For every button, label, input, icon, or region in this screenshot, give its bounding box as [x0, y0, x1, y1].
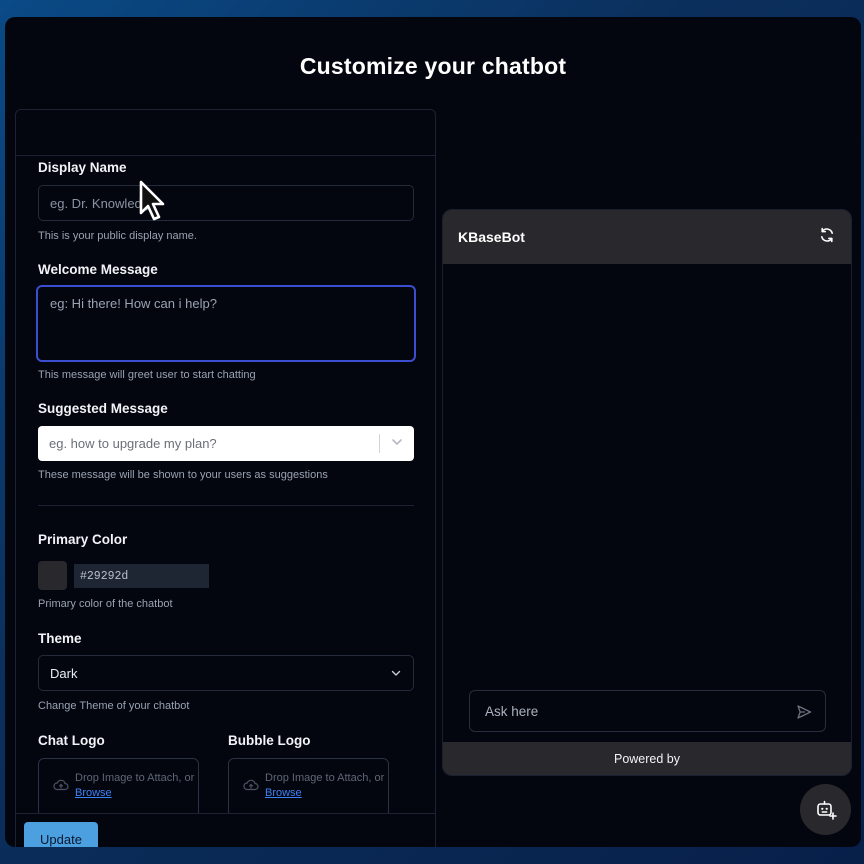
- cloud-upload-icon: [53, 779, 69, 791]
- page-title: Customize your chatbot: [299, 53, 567, 79]
- chat-message-input[interactable]: Ask here: [469, 690, 826, 732]
- section-divider: [38, 505, 414, 506]
- send-icon[interactable]: [796, 704, 812, 720]
- chatbot-preview: KBaseBot Ask here Powered by: [442, 209, 852, 776]
- welcome-message-hint: This message will greet user to start ch…: [38, 369, 256, 381]
- chatbot-name: KBaseBot: [458, 229, 525, 245]
- bubble-logo-drop-label: Drop Image to Attach, or: [265, 772, 385, 784]
- welcome-message-placeholder: eg: Hi there! How can i help?: [50, 296, 217, 311]
- display-name-hint: This is your public display name.: [38, 230, 197, 242]
- welcome-message-label: Welcome Message: [38, 262, 158, 277]
- theme-label: Theme: [38, 631, 82, 646]
- theme-hint: Change Theme of your chatbot: [38, 700, 190, 712]
- suggested-message-hint: These message will be shown to your user…: [38, 469, 328, 481]
- bubble-logo-label: Bubble Logo: [228, 733, 311, 748]
- chevron-down-icon: [391, 670, 401, 676]
- primary-color-label: Primary Color: [38, 532, 128, 547]
- customize-form-panel: Display Name eg. Dr. Knowledge This is y…: [15, 109, 436, 847]
- refresh-icon[interactable]: [818, 226, 836, 244]
- chat-logo-drop-label: Drop Image to Attach, or: [75, 772, 195, 784]
- chat-logo-drop-text: Drop Image to Attach, or Browse: [75, 771, 195, 801]
- powered-by-footer: Powered by: [443, 742, 851, 775]
- cloud-upload-icon: [243, 779, 259, 791]
- suggested-message-label: Suggested Message: [38, 401, 168, 416]
- chat-input-placeholder: Ask here: [485, 703, 539, 719]
- bubble-logo-drop-text: Drop Image to Attach, or Browse: [265, 771, 385, 801]
- chat-logo-browse-link[interactable]: Browse: [75, 787, 112, 799]
- bubble-logo-browse-link[interactable]: Browse: [265, 787, 302, 799]
- primary-color-hex-input[interactable]: #29292d: [74, 564, 209, 588]
- display-name-label: Display Name: [38, 160, 127, 175]
- theme-value: Dark: [50, 665, 78, 681]
- select-separator: [379, 434, 380, 453]
- welcome-message-textarea[interactable]: eg: Hi there! How can i help?: [36, 285, 416, 362]
- suggested-message-select[interactable]: eg. how to upgrade my plan?: [38, 426, 414, 461]
- app-window: Customize your chatbot Display Name eg. …: [5, 17, 861, 847]
- theme-select[interactable]: Dark: [38, 655, 414, 691]
- chat-logo-dropzone[interactable]: Drop Image to Attach, or Browse: [38, 758, 199, 818]
- chatbot-bubble-launcher[interactable]: [800, 784, 851, 835]
- bubble-logo-dropzone[interactable]: Drop Image to Attach, or Browse: [228, 758, 389, 818]
- update-button[interactable]: Update: [24, 822, 98, 847]
- primary-color-hint: Primary color of the chatbot: [38, 598, 173, 610]
- chatbot-header: KBaseBot: [443, 210, 851, 264]
- chat-logo-label: Chat Logo: [38, 733, 105, 748]
- suggested-message-placeholder: eg. how to upgrade my plan?: [49, 436, 217, 451]
- form-topbar: [16, 110, 435, 156]
- chevron-down-icon[interactable]: [390, 435, 404, 449]
- form-action-bar: Update: [16, 813, 435, 847]
- display-name-input[interactable]: eg. Dr. Knowledge: [38, 185, 414, 221]
- chatbot-icon: [816, 800, 837, 820]
- primary-color-swatch[interactable]: [38, 561, 67, 590]
- mouse-pointer-icon: [139, 180, 165, 221]
